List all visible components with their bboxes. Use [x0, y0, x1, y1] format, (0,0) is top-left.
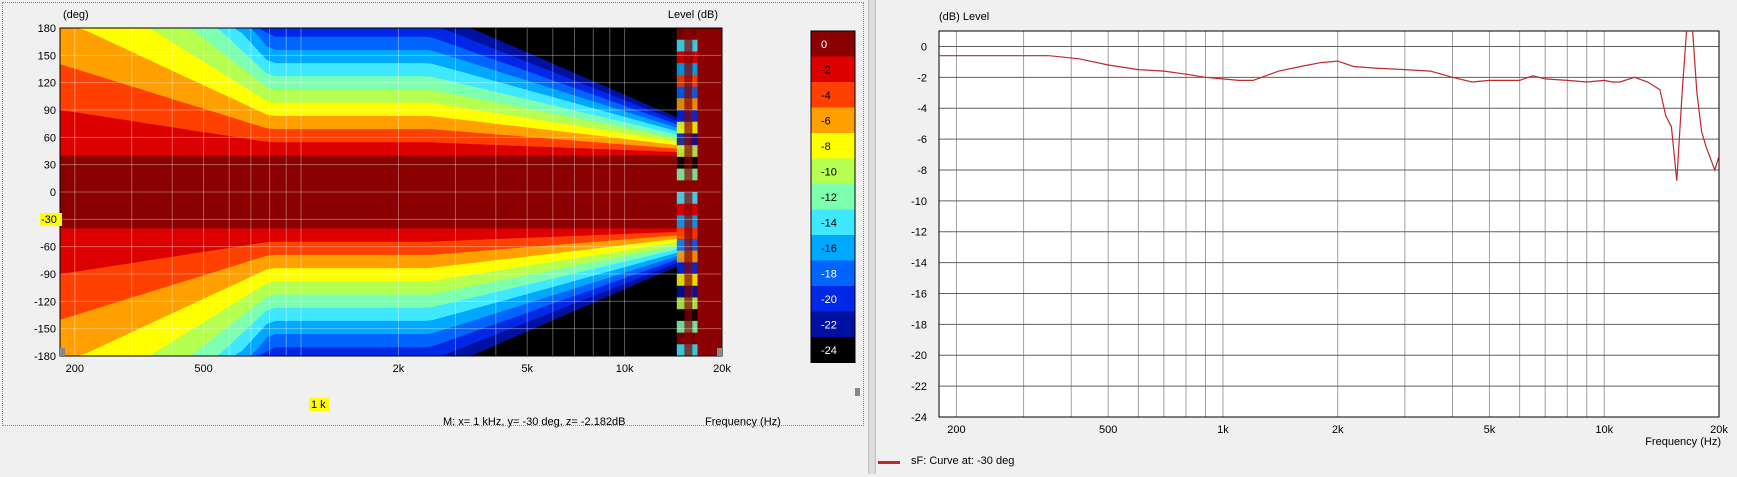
frequency-response-panel: (dB) Level 0 -2 -4 -6 -8 -10 -12 -14 -16 -18 -20 -2… — [876, 0, 1737, 474]
fr-y-tick-label: -2 — [917, 72, 927, 84]
fr-y-axis-label: (dB) Level — [939, 11, 989, 23]
fr-y-tick-label: -16 — [911, 288, 927, 300]
legend-label[interactable]: sF: Curve at: -30 deg — [911, 455, 1014, 467]
fr-x-tick-label: 500 — [1099, 424, 1117, 436]
fr-x-tick-label: 2k — [1332, 424, 1344, 436]
fr-y-tick-label: -4 — [917, 103, 927, 115]
fr-x-axis-label: Frequency (Hz) — [1645, 436, 1721, 448]
fr-x-tick-label: 5k — [1484, 424, 1496, 436]
frequency-response-chart[interactable]: (dB) Level 0 -2 -4 -6 -8 -10 -12 -14 -16 -18 -20 -2… — [876, 0, 1737, 474]
legend-swatch — [878, 461, 900, 464]
directivity-map-panel: (deg) Level (dB) 180 150 120 90 60 30 0 -60 -90-… — [0, 0, 868, 430]
fr-x-tick-label: 1k — [1217, 424, 1229, 436]
fr-y-tick-label: 0 — [921, 41, 927, 53]
fr-x-tick-label: 20k — [1710, 424, 1728, 436]
fr-y-tick-label: -24 — [911, 412, 927, 424]
fr-y-tick-label: -22 — [911, 381, 927, 393]
fr-y-tick-label: -8 — [917, 165, 927, 177]
fr-x-ticks: 200 500 1k 2k 5k 10k 20k — [947, 424, 1728, 436]
fr-y-tick-label: -20 — [911, 350, 927, 362]
panel-splitter[interactable] — [868, 0, 876, 474]
directivity-map-frame — [2, 2, 864, 426]
fr-y-tick-label: -6 — [917, 134, 927, 146]
fr-x-tick-label: 200 — [947, 424, 965, 436]
fr-y-ticks: 0 -2 -4 -6 -8 -10 -12 -14 -16 -18 -20 -22 -24 — [911, 41, 927, 424]
fr-y-tick-label: -10 — [911, 196, 927, 208]
fr-y-tick-label: -12 — [911, 227, 927, 239]
fr-x-tick-label: 10k — [1595, 424, 1613, 436]
fr-y-tick-label: -18 — [911, 319, 927, 331]
fr-y-tick-label: -14 — [911, 258, 927, 270]
fr-plot-background — [939, 31, 1719, 417]
